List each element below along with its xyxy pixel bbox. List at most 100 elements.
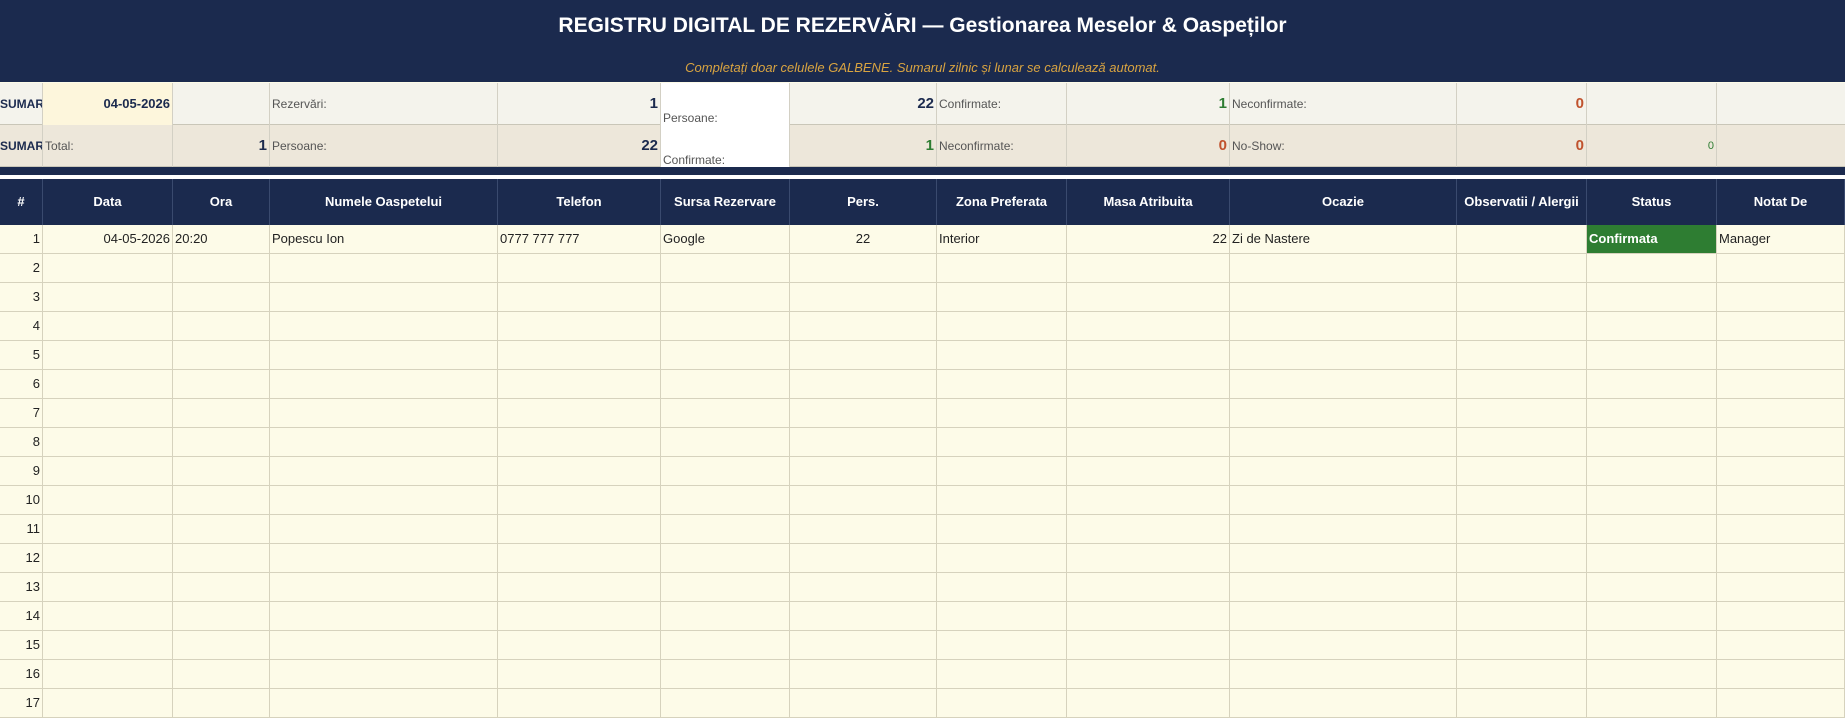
cell-notes[interactable] — [1457, 660, 1587, 688]
cell-notes[interactable] — [1457, 631, 1587, 659]
column-header-zona[interactable]: Zona Preferata — [937, 179, 1067, 225]
cell-source[interactable] — [661, 573, 790, 601]
cell-notes[interactable] — [1457, 254, 1587, 282]
column-header-notat[interactable]: Notat De — [1717, 179, 1845, 225]
cell-table[interactable] — [1067, 660, 1230, 688]
cell-phone[interactable] — [498, 660, 661, 688]
cell-guest-name[interactable] — [270, 312, 498, 340]
cell-zone[interactable] — [937, 399, 1067, 427]
column-header-num[interactable]: # — [0, 179, 43, 225]
cell-noted-by[interactable] — [1717, 660, 1845, 688]
cell-occasion[interactable] — [1230, 631, 1457, 659]
cell-zone[interactable] — [937, 573, 1067, 601]
cell-noted-by[interactable] — [1717, 370, 1845, 398]
cell-occasion[interactable] — [1230, 660, 1457, 688]
cell-status[interactable] — [1587, 428, 1717, 456]
cell-guest-name[interactable] — [270, 515, 498, 543]
cell-time[interactable] — [173, 660, 270, 688]
cell-persons[interactable] — [790, 399, 937, 427]
cell-time[interactable] — [173, 602, 270, 630]
cell-table[interactable] — [1067, 573, 1230, 601]
cell-time[interactable] — [173, 428, 270, 456]
cell-zone[interactable] — [937, 515, 1067, 543]
cell-occasion[interactable] — [1230, 370, 1457, 398]
cell-table[interactable] — [1067, 341, 1230, 369]
cell-phone[interactable] — [498, 689, 661, 717]
cell-phone[interactable] — [498, 631, 661, 659]
cell-noted-by[interactable] — [1717, 515, 1845, 543]
cell-occasion[interactable] — [1230, 283, 1457, 311]
cell-date[interactable] — [43, 660, 173, 688]
cell-phone[interactable] — [498, 399, 661, 427]
cell-table[interactable] — [1067, 254, 1230, 282]
cell-persons[interactable]: 22 — [790, 225, 937, 253]
cell-phone[interactable] — [498, 515, 661, 543]
cell-persons[interactable] — [790, 544, 937, 572]
cell-time[interactable] — [173, 312, 270, 340]
cell-zone[interactable] — [937, 660, 1067, 688]
cell-time[interactable] — [173, 573, 270, 601]
cell-occasion[interactable] — [1230, 486, 1457, 514]
cell-noted-by[interactable] — [1717, 457, 1845, 485]
cell-notes[interactable] — [1457, 602, 1587, 630]
cell-persons[interactable] — [790, 312, 937, 340]
cell-occasion[interactable] — [1230, 428, 1457, 456]
cell-zone[interactable] — [937, 631, 1067, 659]
cell-persons[interactable] — [790, 428, 937, 456]
cell-date[interactable] — [43, 341, 173, 369]
cell-zone[interactable] — [937, 457, 1067, 485]
cell-date[interactable] — [43, 515, 173, 543]
cell-date[interactable] — [43, 283, 173, 311]
cell-table[interactable] — [1067, 486, 1230, 514]
cell-zone[interactable] — [937, 602, 1067, 630]
cell-source[interactable] — [661, 486, 790, 514]
cell-source[interactable] — [661, 283, 790, 311]
cell-phone[interactable]: 0777 777 777 — [498, 225, 661, 253]
cell-noted-by[interactable] — [1717, 689, 1845, 717]
cell-noted-by[interactable] — [1717, 573, 1845, 601]
cell-status[interactable] — [1587, 573, 1717, 601]
cell-phone[interactable] — [498, 254, 661, 282]
cell-table[interactable] — [1067, 602, 1230, 630]
column-header-telefon[interactable]: Telefon — [498, 179, 661, 225]
cell-guest-name[interactable] — [270, 689, 498, 717]
cell-date[interactable] — [43, 689, 173, 717]
cell-persons[interactable] — [790, 341, 937, 369]
cell-source[interactable] — [661, 515, 790, 543]
cell-phone[interactable] — [498, 341, 661, 369]
cell-table[interactable] — [1067, 457, 1230, 485]
cell-table[interactable] — [1067, 283, 1230, 311]
cell-table[interactable] — [1067, 515, 1230, 543]
cell-phone[interactable] — [498, 283, 661, 311]
cell-table[interactable] — [1067, 631, 1230, 659]
cell-guest-name[interactable] — [270, 399, 498, 427]
cell-persons[interactable] — [790, 631, 937, 659]
cell-zone[interactable] — [937, 283, 1067, 311]
empty-cell[interactable] — [173, 83, 270, 125]
cell-persons[interactable] — [790, 283, 937, 311]
cell-notes[interactable] — [1457, 225, 1587, 253]
cell-notes[interactable] — [1457, 399, 1587, 427]
cell-guest-name[interactable] — [270, 660, 498, 688]
cell-phone[interactable] — [498, 486, 661, 514]
cell-status[interactable] — [1587, 312, 1717, 340]
cell-phone[interactable] — [498, 428, 661, 456]
cell-status[interactable] — [1587, 254, 1717, 282]
cell-guest-name[interactable] — [270, 631, 498, 659]
cell-persons[interactable] — [790, 573, 937, 601]
cell-time[interactable] — [173, 544, 270, 572]
cell-date[interactable] — [43, 428, 173, 456]
cell-source[interactable]: Google — [661, 225, 790, 253]
cell-occasion[interactable] — [1230, 399, 1457, 427]
cell-time[interactable] — [173, 370, 270, 398]
cell-time[interactable] — [173, 457, 270, 485]
cell-guest-name[interactable] — [270, 486, 498, 514]
cell-notes[interactable] — [1457, 312, 1587, 340]
cell-zone[interactable]: Interior — [937, 225, 1067, 253]
cell-guest-name[interactable] — [270, 254, 498, 282]
cell-noted-by[interactable] — [1717, 486, 1845, 514]
cell-occasion[interactable] — [1230, 254, 1457, 282]
cell-notes[interactable] — [1457, 457, 1587, 485]
cell-table[interactable] — [1067, 428, 1230, 456]
cell-occasion[interactable] — [1230, 544, 1457, 572]
